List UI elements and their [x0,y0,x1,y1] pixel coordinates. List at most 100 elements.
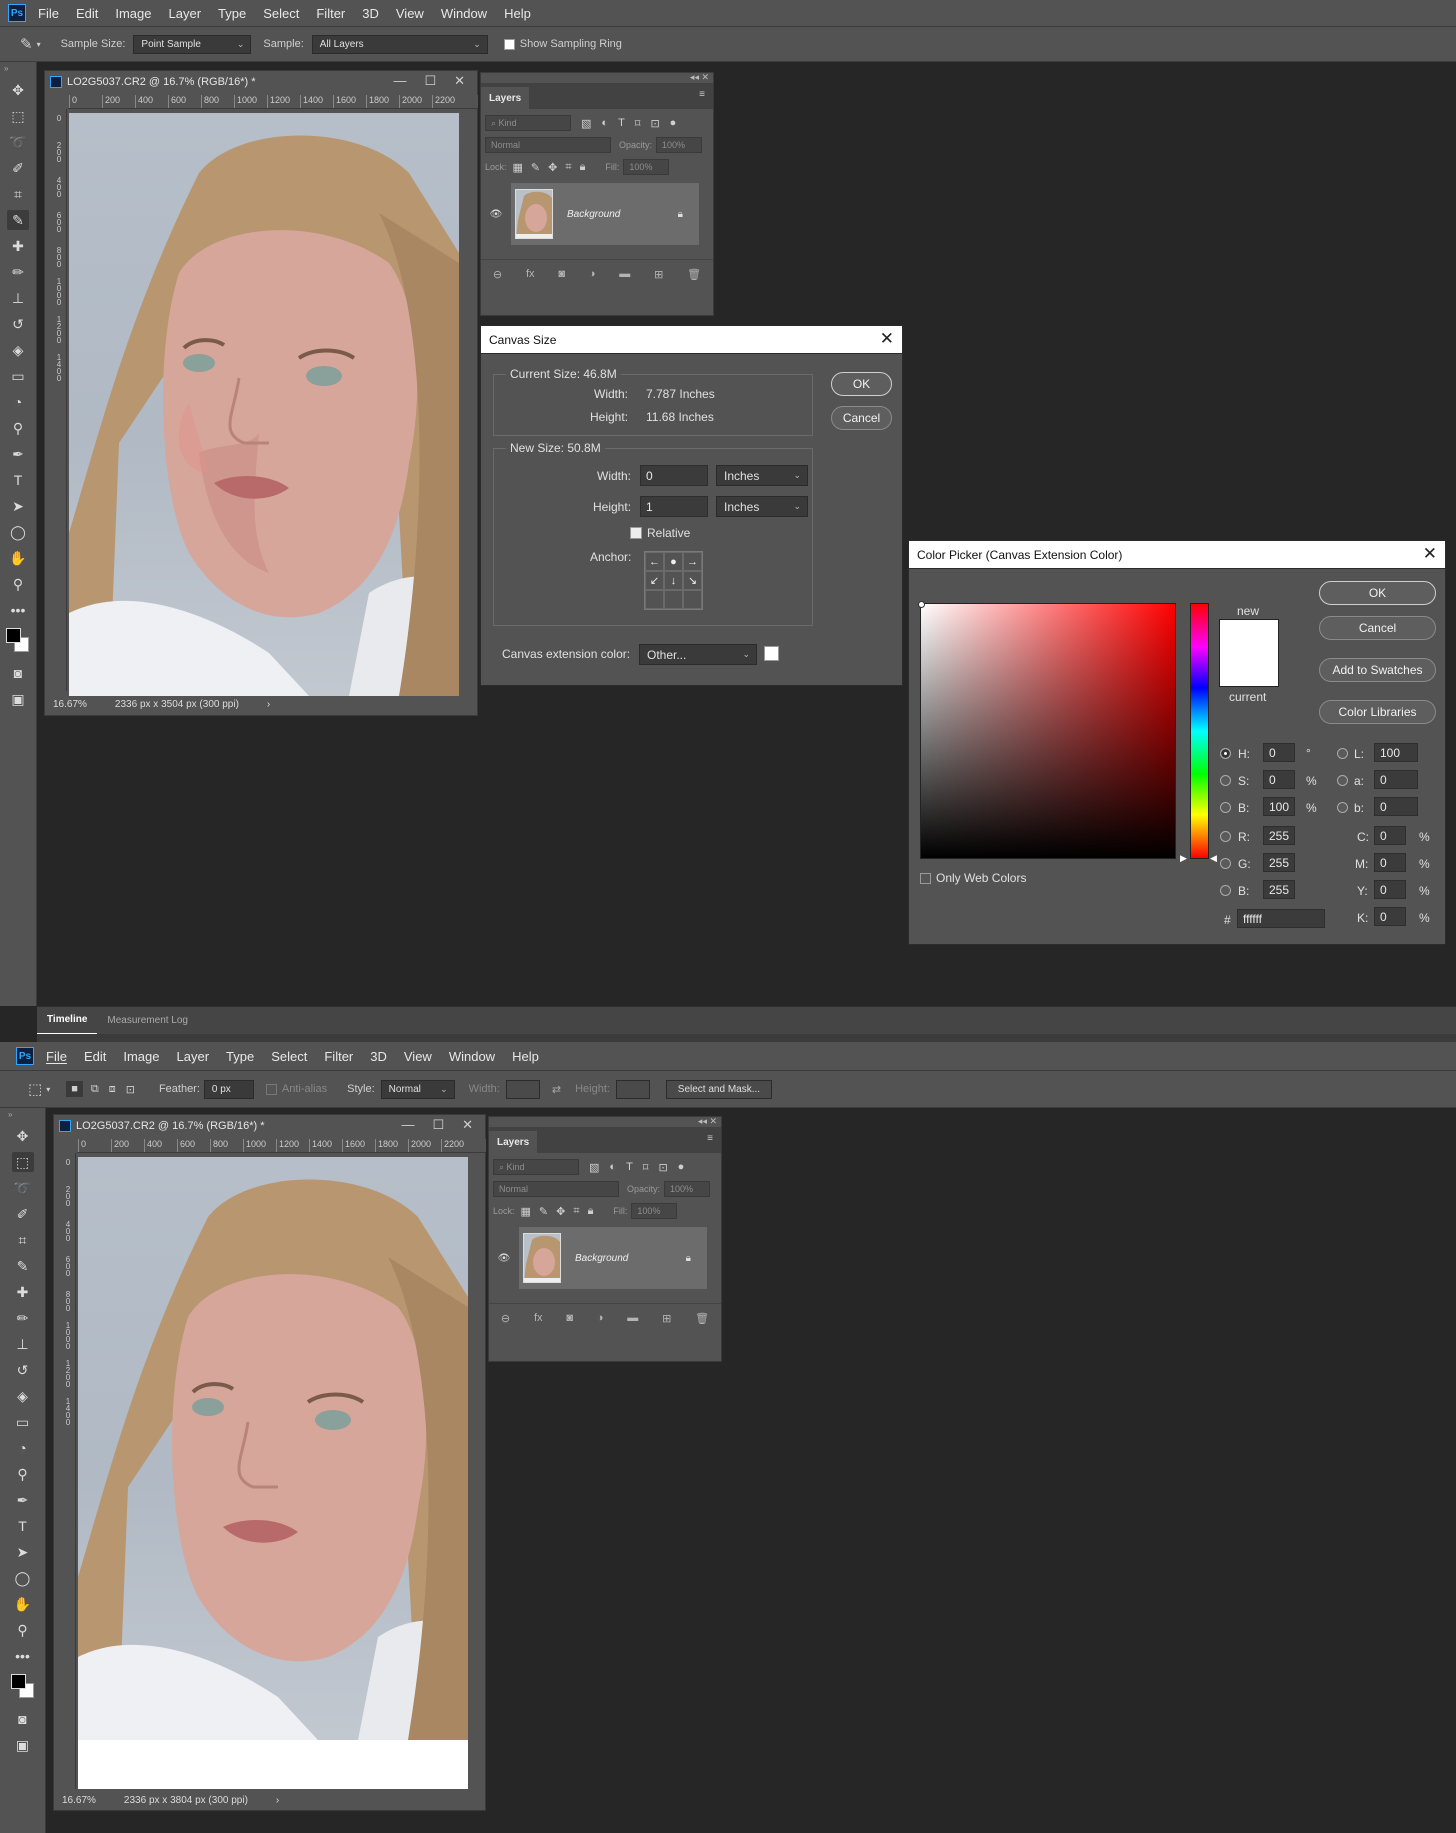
canvas-ok-button[interactable]: OK [831,372,892,396]
marquee-option-icon[interactable]: ⬚ [28,1080,42,1098]
lab-b-radio[interactable] [1337,802,1348,813]
menu-help[interactable]: Help [512,1049,539,1064]
color-libraries-button[interactable]: Color Libraries [1319,700,1436,724]
adjustment-icon[interactable]: ◑ [589,268,596,281]
y-input[interactable]: 0 [1374,880,1406,899]
zoom-level[interactable]: 16.67% [62,1795,96,1806]
anchor-cell[interactable] [645,590,664,609]
close-icon[interactable]: ✕ [1423,544,1437,564]
r-input[interactable]: 255 [1263,826,1295,845]
menu-layer[interactable]: Layer [169,6,202,21]
anchor-arrow-downleft-icon[interactable]: ↙ [645,571,664,590]
relative-checkbox[interactable]: Relative [630,526,690,540]
lock-position-icon[interactable]: ✥ [548,161,557,174]
m-input[interactable]: 0 [1374,853,1406,872]
gradient-icon[interactable]: ▭ [7,366,29,386]
color-swatches[interactable] [10,1673,36,1701]
eyedropper-tool-icon[interactable]: ✎ [12,1256,34,1276]
anchor-arrow-left-icon[interactable]: ← [645,552,664,571]
chevron-down-icon[interactable]: ▾ [37,40,41,49]
new-layer-icon[interactable]: ⊞ [654,268,663,281]
h-radio[interactable] [1220,748,1231,759]
antialias-checkbox[interactable]: Anti-alias [265,1083,327,1095]
menu-view[interactable]: View [404,1049,432,1064]
group-icon[interactable]: ▬ [619,268,630,281]
menu-type[interactable]: Type [226,1049,254,1064]
k-input[interactable]: 0 [1374,907,1406,926]
feather-input[interactable]: 0 px [203,1079,254,1099]
height-unit-select[interactable]: Inches ⌄ [716,496,808,517]
fill-input[interactable]: 100% [631,1203,678,1219]
anchor-center-dot-icon[interactable]: ● [664,552,683,571]
lock-artboard-icon[interactable]: ⌗ [573,1205,579,1218]
crop-icon[interactable]: ⌗ [12,1230,34,1250]
menu-type[interactable]: Type [218,6,246,21]
status-chevron-icon[interactable]: › [267,699,270,710]
quick-mask-icon[interactable]: ◙ [7,663,29,683]
tab-layers[interactable]: Layers [489,1131,538,1153]
marquee-icon[interactable]: ⬚ [7,106,29,126]
blend-mode-select[interactable]: Normal [493,1181,619,1197]
layer-name[interactable]: Background [567,209,620,220]
swap-icon[interactable]: ⇄ [552,1083,561,1096]
zoom-icon[interactable]: ⚲ [12,1620,34,1640]
color-swatches[interactable] [5,627,31,655]
path-select-icon[interactable]: ➤ [12,1542,34,1562]
new-height-input[interactable]: 1 [640,496,708,517]
hue-slider[interactable] [1190,603,1209,859]
filter-shape-icon[interactable]: ⌑ [635,117,641,130]
layer-row-background[interactable]: Background 🔒︎ [519,1227,707,1289]
menu-image[interactable]: Image [115,6,151,21]
only-web-colors-checkbox[interactable]: Only Web Colors [920,871,1026,885]
quick-select-icon[interactable]: ✐ [12,1204,34,1224]
adjustment-icon[interactable]: ◑ [597,1312,604,1325]
kind-filter-select[interactable]: ⌕ Kind [485,115,571,131]
width-input[interactable] [505,1079,540,1099]
double-chevron-icon[interactable]: » [8,1110,12,1119]
foreground-color[interactable] [10,1674,26,1689]
portrait-image[interactable] [78,1157,468,1740]
filter-pixel-icon[interactable]: ▧ [589,1161,599,1174]
type-tool-icon[interactable]: T [12,1516,34,1536]
extension-color-select[interactable]: Other... ⌄ [639,644,757,665]
panel-collapse-icon[interactable]: ◂◂ ✕ [690,72,709,83]
add-selection-icon[interactable]: ⧉ [91,1083,99,1096]
height-input[interactable] [615,1079,650,1099]
g-radio[interactable] [1220,858,1231,869]
anchor-arrow-downright-icon[interactable]: ↘ [683,571,702,590]
blur-icon[interactable]: ◔ [12,1438,34,1458]
l-radio[interactable] [1337,748,1348,759]
add-mask-icon[interactable]: ◙ [566,1312,573,1325]
color-field[interactable] [918,601,1176,859]
menu-filter[interactable]: Filter [324,1049,353,1064]
menu-window[interactable]: Window [449,1049,495,1064]
quick-select-icon[interactable]: ✐ [7,158,29,178]
h-input[interactable]: 0 [1263,743,1295,762]
b-radio[interactable] [1220,802,1231,813]
menu-select[interactable]: Select [271,1049,307,1064]
portrait-image[interactable] [69,113,459,696]
filter-adjust-icon[interactable]: ◐ [601,117,608,130]
new-width-input[interactable]: 0 [640,465,708,486]
panel-collapse-icon[interactable]: ◂◂ ✕ [698,1116,717,1127]
hand-icon[interactable]: ✋ [12,1594,34,1614]
minimize-icon[interactable]: — [393,73,406,89]
fx-icon[interactable]: fx [526,268,535,281]
link-layers-icon[interactable]: ⊖ [501,1312,510,1325]
filter-shape-icon[interactable]: ⌑ [643,1161,649,1174]
lab-b-input[interactable]: 0 [1374,797,1418,816]
dodge-icon[interactable]: ⚲ [12,1464,34,1484]
filter-toggle-icon[interactable]: ● [678,1161,685,1174]
anchor-cell[interactable] [664,590,683,609]
menu-view[interactable]: View [396,6,424,21]
l-input[interactable]: 100 [1374,743,1418,762]
sampling-ring-checkbox[interactable]: Show Sampling Ring [503,38,622,50]
layer-lock-icon[interactable]: 🔒︎ [678,209,683,220]
layer-lock-icon[interactable]: 🔒︎ [686,1253,691,1264]
canvas-extension-area[interactable] [78,1740,468,1789]
healing-icon[interactable]: ✚ [12,1282,34,1302]
document-tab[interactable]: LO2G5037.CR2 @ 16.7% (RGB/16*) * — ☐ ✕ [45,71,477,93]
filter-adjust-icon[interactable]: ◐ [609,1161,616,1174]
type-tool-icon[interactable]: T [7,470,29,490]
menu-image[interactable]: Image [123,1049,159,1064]
